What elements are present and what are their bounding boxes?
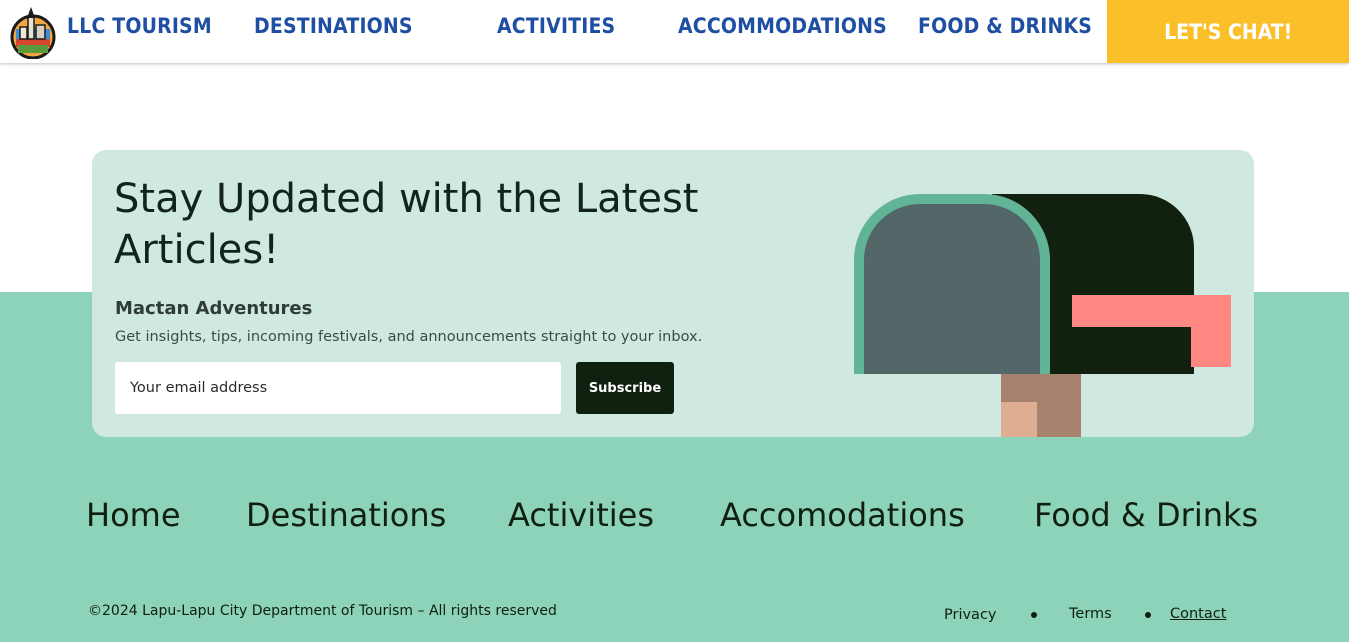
copyright-text: ©2024 Lapu-Lapu City Department of Touri…: [88, 603, 557, 619]
newsletter-title: Stay Updated with the Latest Articles!: [114, 176, 699, 273]
privacy-link[interactable]: Privacy: [944, 607, 997, 623]
footer-destinations-link[interactable]: Destinations: [246, 496, 446, 534]
footer-accomodations-link[interactable]: Accomodations: [720, 496, 965, 534]
separator-dot: [1031, 612, 1037, 618]
llc-tourism-logo[interactable]: [8, 5, 58, 59]
terms-link[interactable]: Terms: [1069, 606, 1112, 622]
subscribe-button[interactable]: Subscribe: [576, 362, 674, 414]
nav-accommodations[interactable]: ACCOMMODATIONS: [678, 14, 887, 38]
footer-activities-link[interactable]: Activities: [508, 496, 654, 534]
lets-chat-button[interactable]: LET'S CHAT!: [1107, 0, 1349, 63]
nav-destinations[interactable]: DESTINATIONS: [254, 14, 413, 38]
brand-link[interactable]: LLC TOURISM: [67, 14, 212, 38]
email-input[interactable]: [115, 362, 561, 414]
separator-dot: [1145, 612, 1151, 618]
newsletter-card: Stay Updated with the Latest Articles! M…: [92, 150, 1254, 437]
mailbox-illustration: [854, 194, 1231, 437]
contact-link[interactable]: Contact: [1170, 606, 1226, 622]
nav-activities[interactable]: ACTIVITIES: [497, 14, 615, 38]
footer-home-link[interactable]: Home: [86, 496, 181, 534]
lets-chat-label: LET'S CHAT!: [1163, 19, 1293, 44]
footer-food-drinks-link[interactable]: Food & Drinks: [1034, 496, 1258, 534]
newsletter-description: Get insights, tips, incoming festivals, …: [115, 329, 703, 345]
newsletter-subtitle: Mactan Adventures: [115, 298, 313, 319]
nav-food-drinks[interactable]: FOOD & DRINKS: [918, 14, 1092, 38]
top-navigation: LLC TOURISM DESTINATIONS ACTIVITIES ACCO…: [0, 0, 1349, 63]
